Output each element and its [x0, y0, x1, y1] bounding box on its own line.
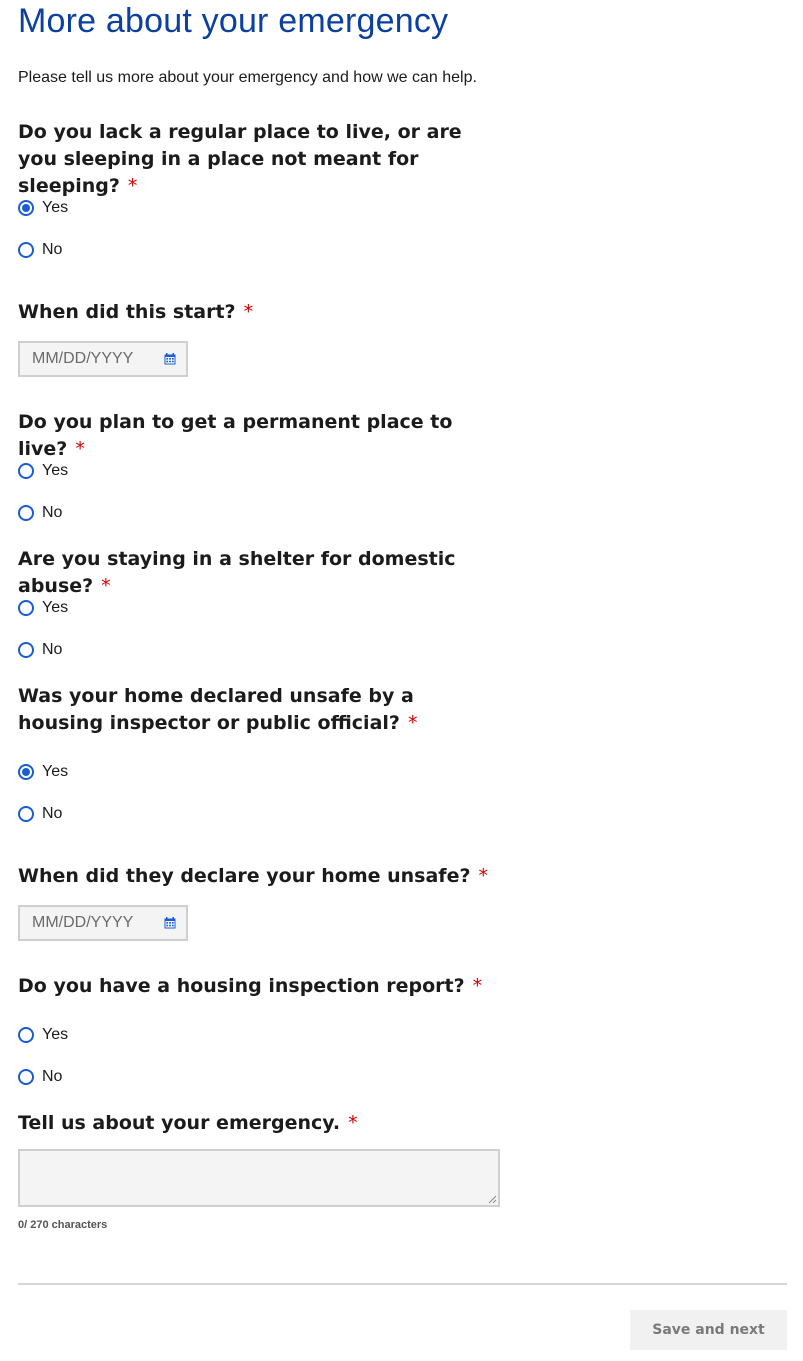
required-marker: *	[75, 438, 85, 460]
radio-circle[interactable]	[18, 1069, 34, 1085]
radio-permanent-no[interactable]: No	[18, 503, 62, 523]
radio-permanent-yes[interactable]: Yes	[18, 461, 68, 481]
required-marker: *	[348, 1112, 358, 1134]
radio-label: No	[42, 241, 63, 258]
radio-circle[interactable]	[18, 505, 34, 521]
radio-label: Yes	[42, 462, 69, 479]
radio-unsafe-yes[interactable]: Yes	[18, 762, 68, 782]
radio-circle[interactable]	[18, 764, 34, 780]
question-shelter: Are you staying in a shelter for domesti…	[18, 546, 498, 600]
calendar-icon[interactable]	[164, 353, 176, 365]
question-label: When did they declare your home unsafe?	[18, 865, 471, 887]
save-and-next-button[interactable]: Save and next	[630, 1310, 787, 1350]
question-label: Are you staying in a shelter for domesti…	[18, 548, 456, 597]
character-counter: 0/ 270 characters	[18, 1219, 108, 1231]
question-declared-unsafe: Was your home declared unsafe by a housi…	[18, 683, 498, 737]
question-inspection-report: Do you have a housing inspection report?…	[18, 973, 498, 1000]
question-label: Was your home declared unsafe by a housi…	[18, 685, 414, 734]
radio-unsafe-no[interactable]: No	[18, 804, 62, 824]
radio-circle[interactable]	[18, 242, 34, 258]
radio-circle[interactable]	[18, 806, 34, 822]
radio-label: No	[42, 641, 63, 658]
question-permanent-place: Do you plan to get a permanent place to …	[18, 409, 498, 463]
question-homeless: Do you lack a regular place to live, or …	[18, 119, 498, 200]
radio-circle[interactable]	[18, 463, 34, 479]
question-start-date: When did this start? *	[18, 299, 498, 326]
start-date-input[interactable]	[32, 350, 150, 368]
question-label: Do you lack a regular place to live, or …	[18, 121, 462, 197]
radio-report-yes[interactable]: Yes	[18, 1025, 68, 1045]
required-marker: *	[472, 975, 483, 997]
radio-label: Yes	[42, 599, 69, 616]
radio-label: No	[42, 805, 63, 822]
radio-shelter-no[interactable]: No	[18, 640, 62, 660]
required-marker: *	[478, 865, 488, 887]
radio-label: No	[42, 504, 63, 521]
radio-homeless-yes[interactable]: Yes	[18, 198, 68, 218]
radio-shelter-yes[interactable]: Yes	[18, 598, 68, 618]
radio-circle[interactable]	[18, 600, 34, 616]
page-intro: Please tell us more about your emergency…	[18, 69, 477, 86]
required-marker: *	[101, 575, 111, 597]
calendar-icon[interactable]	[164, 917, 176, 929]
question-unsafe-date: When did they declare your home unsafe? *	[18, 863, 498, 890]
question-describe-emergency: Tell us about your emergency. *	[18, 1110, 498, 1137]
resize-grip-icon[interactable]	[487, 1194, 497, 1204]
question-label: Do you have a housing inspection report?	[18, 975, 465, 997]
radio-circle[interactable]	[18, 642, 34, 658]
radio-label: Yes	[42, 199, 69, 216]
required-marker: *	[243, 301, 254, 323]
required-marker: *	[407, 712, 418, 734]
unsafe-date-input[interactable]	[32, 914, 150, 932]
radio-label: No	[42, 1068, 63, 1085]
radio-label: Yes	[42, 763, 69, 780]
start-date-field[interactable]	[18, 341, 188, 377]
radio-homeless-no[interactable]: No	[18, 240, 62, 260]
unsafe-date-field[interactable]	[18, 905, 188, 941]
emergency-description-textarea[interactable]	[18, 1149, 500, 1207]
question-label: Tell us about your emergency.	[18, 1112, 341, 1134]
footer-divider	[18, 1283, 787, 1285]
radio-circle[interactable]	[18, 1027, 34, 1043]
radio-circle[interactable]	[18, 200, 34, 216]
page-title: More about your emergency	[18, 2, 449, 40]
radio-label: Yes	[42, 1026, 69, 1043]
required-marker: *	[127, 175, 138, 197]
question-label: When did this start?	[18, 301, 236, 323]
radio-report-no[interactable]: No	[18, 1067, 62, 1087]
